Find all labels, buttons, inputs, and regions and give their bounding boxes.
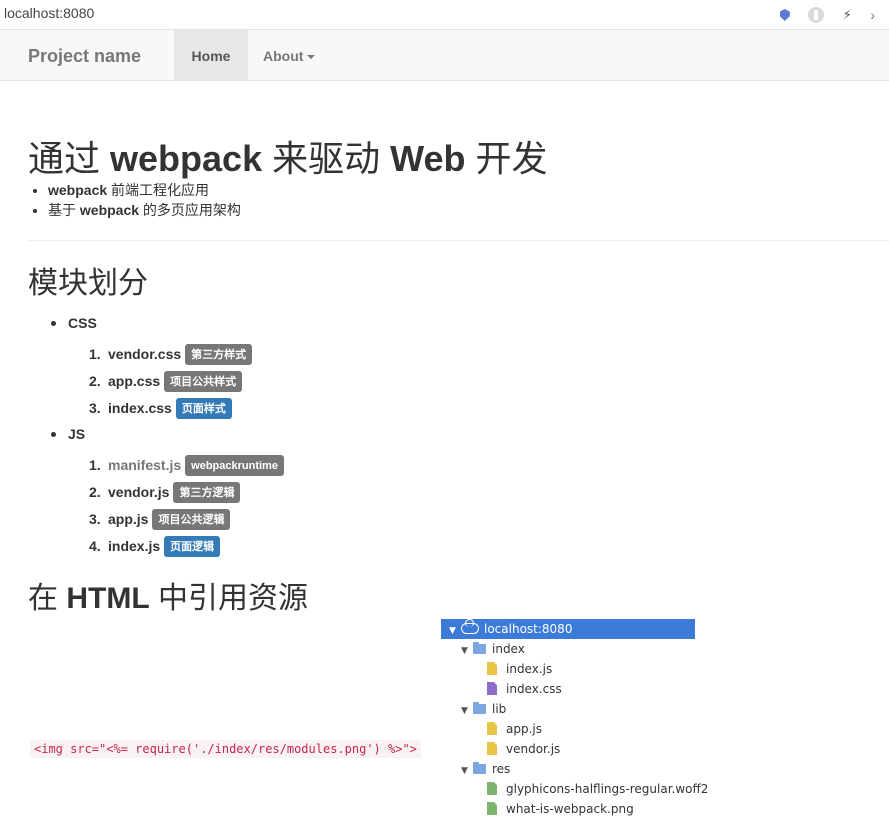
folder-icon [473,702,486,714]
tree-file[interactable]: index.js [487,659,552,679]
address-url[interactable]: localhost:8080 [4,5,94,21]
list-item: 1. manifest.js webpackruntime [89,455,284,482]
code-snippet: <img src="<%= require('./index/res/modul… [30,740,421,758]
css-module-list: 1. vendor.css 第三方样式 2. app.css 项目公共样式 3. inde… [89,344,253,425]
js-file-icon [487,742,497,755]
badge: 页面样式 [175,398,232,419]
tree-file[interactable]: glyphicons-halflings-regular.woff2 [487,779,708,799]
expand-triangle-icon[interactable]: ▼ [449,621,461,641]
shield-icon[interactable] [779,9,790,21]
tree-file[interactable]: what-is-webpack.png [487,799,634,819]
badge: webpackruntime [185,455,284,476]
cloud-icon [461,619,479,634]
js-file-icon [487,662,497,675]
profile-avatar-icon[interactable] [808,7,825,23]
list-item: webpack 前端工程化应用 [48,180,241,200]
nav-about-label: About [263,48,304,64]
expand-triangle-icon[interactable]: ▼ [461,701,473,721]
tree-folder-lib[interactable]: ▼ lib [461,699,506,719]
navbar-brand[interactable]: Project name [28,46,141,67]
list-item: 4. index.js 页面逻辑 [89,536,284,563]
list-item: 1. vendor.css 第三方样式 [89,344,253,371]
navbar: Project name Home About [0,30,889,81]
intro-list: webpack 前端工程化应用 基于 webpack 的多页应用架构 [48,180,241,220]
divider [28,240,889,241]
browser-address-bar: localhost:8080 ⚡ › [0,0,889,30]
badge: 项目公共样式 [164,371,243,392]
css-file-icon [487,682,497,695]
font-file-icon [487,782,497,795]
list-item: 3. index.css 页面样式 [89,398,252,425]
browser-toolbar-icons: ⚡ › [766,5,875,25]
badge: 页面逻辑 [164,536,221,557]
html-section-heading: 在 HTML 中引用资源 [28,582,308,615]
file-tree: ▼ localhost:8080 ▼ index index.js index.cs… [441,619,708,819]
tree-file[interactable]: index.css [487,679,562,699]
folder-icon [473,642,486,654]
nav-about-dropdown[interactable]: About [263,30,316,80]
tree-file[interactable]: vendor.js [487,739,560,759]
css-group-label: CSS [51,315,97,331]
badge: 第三方逻辑 [173,482,241,503]
badge: 项目公共逻辑 [152,509,231,530]
list-item: 2. vendor.js 第三方逻辑 [89,482,284,509]
tree-root[interactable]: ▼ localhost:8080 [441,619,695,639]
page-title: 通过 webpack 来驱动 Web 开发 [28,138,548,179]
lightning-icon[interactable]: ⚡ [843,5,852,25]
expand-triangle-icon[interactable]: ▼ [461,641,473,661]
expand-triangle-icon[interactable]: ▼ [461,761,473,781]
tree-folder-res[interactable]: ▼ res [461,759,510,779]
js-group-label: JS [50,426,86,442]
image-file-icon [487,802,497,815]
nav-home-link[interactable]: Home [174,30,248,80]
folder-icon [473,762,486,774]
js-file-icon [487,722,497,735]
list-item: 3. app.js 项目公共逻辑 [89,509,284,536]
list-item: 2. app.css 项目公共样式 [89,371,252,398]
tree-folder-index[interactable]: ▼ index [461,639,525,659]
js-module-list: 1. manifest.js webpackruntime 2. vendor.js 第… [89,455,284,563]
modules-heading: 模块划分 [28,267,148,300]
caret-down-icon [307,55,316,60]
chevron-right-icon[interactable]: › [870,5,875,25]
list-item: 基于 webpack 的多页应用架构 [48,200,241,220]
badge: 第三方样式 [185,344,253,365]
tree-file[interactable]: app.js [487,719,542,739]
